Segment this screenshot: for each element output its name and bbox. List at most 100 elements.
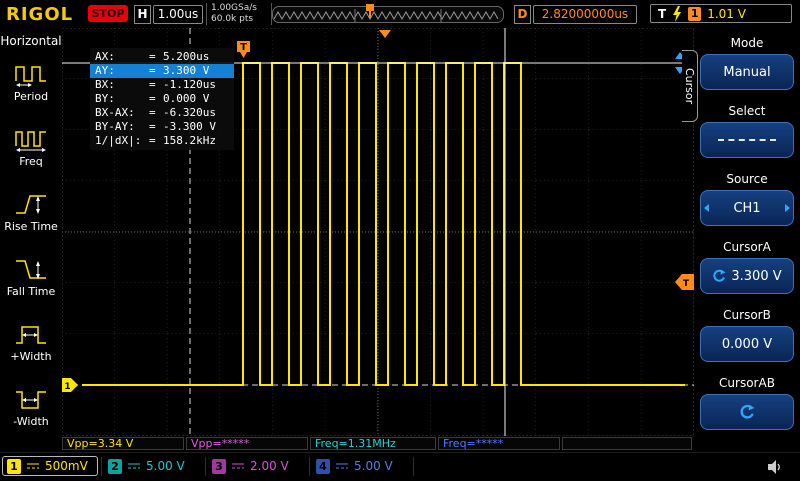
select-button[interactable] [700, 122, 794, 158]
speaker-icon[interactable] [766, 459, 784, 479]
source-right-arrow-icon [785, 204, 790, 212]
channel-4-status[interactable]: 4 5.00 V [312, 456, 408, 476]
channel-2-badge: 2 [108, 458, 122, 474]
menu-item-label: CursorB [723, 308, 771, 322]
cursor-readout: AX: = 5.200us AY: = 3.300 V BX: = -1.120us BY:… [90, 48, 234, 150]
mode-button[interactable]: Manual [700, 54, 794, 90]
channel-4-scale: 5.00 V [354, 459, 393, 473]
channel-1-scale: 500mV [45, 459, 88, 473]
measurement-vpp-ch1: Vpp=3.34 V [62, 437, 184, 450]
measurement-bar: Vpp=3.34 V Vpp=***** Freq=1.31MHz Freq=*… [62, 436, 694, 452]
sidebar-item-freq[interactable]: Freq [0, 115, 62, 180]
waveform-preview-strip[interactable] [272, 4, 504, 23]
dc-coupling-icon [232, 463, 244, 469]
cursor-b-button[interactable]: 0.000 V [700, 326, 794, 362]
dashed-line-icon [718, 139, 776, 141]
scope-display-area: T T 1 AX: = 5.200us AY: = 3.300 V BX: = -1.120… [62, 28, 694, 436]
plus-width-icon [16, 326, 46, 344]
cursor-a-button[interactable]: 3.300 V [700, 258, 794, 294]
readout-row: BX-AX: = -6.320us [95, 106, 216, 119]
readout-row-selected: AY: = 3.300 V [90, 64, 234, 78]
menu-item-label: Source [726, 172, 768, 186]
measurement-freq-ch4: Freq=***** [438, 437, 560, 450]
channel-separator [413, 457, 414, 476]
sidebar-item-label: +Width [10, 350, 52, 363]
left-function-sidebar: Horizontal Period Freq Rise Time Fall Ti… [0, 28, 62, 452]
sample-rate: 1.00GSa/s [211, 3, 257, 13]
channel-3-scale: 2.00 V [250, 459, 289, 473]
sidebar-title: Horizontal [0, 34, 62, 48]
cursor-ab-button[interactable] [700, 394, 794, 430]
menu-tab-cursor[interactable]: Cursor [682, 50, 698, 122]
channel-1-badge: 1 [7, 458, 21, 474]
trigger-status-box[interactable]: T 1 1.01 V [650, 4, 792, 23]
sidebar-item-neg-width[interactable]: -Width [0, 375, 62, 440]
svg-text:1: 1 [64, 382, 70, 392]
menu-item-label: Select [728, 104, 766, 118]
measurement-slot-empty [562, 437, 692, 450]
menu-item-label: CursorA [723, 240, 771, 254]
top-status-bar: RIGOL STOP H 1.00us 1.00GSa/s 60.0k pts … [0, 0, 800, 28]
right-menu-panel: Cursor Mode Manual Select Source CH1 Cur… [682, 28, 800, 452]
dc-coupling-icon [128, 463, 140, 469]
measurement-freq-ch2: Freq=1.31MHz [310, 437, 436, 450]
trigger-t-label: T [658, 6, 667, 21]
sidebar-item-period[interactable]: Period [0, 50, 62, 115]
channel-separator [205, 457, 206, 476]
sidebar-item-label: Fall Time [6, 285, 56, 298]
menu-item-cursor-a: CursorA 3.300 V [700, 240, 794, 294]
memory-depth: 60.0k pts [211, 14, 254, 24]
trigger-level-readout: 1.01 V [707, 6, 746, 21]
channel-2-scale: 5.00 V [146, 459, 185, 473]
menu-item-source: Source CH1 [700, 172, 794, 226]
menu-item-select: Select [700, 104, 794, 158]
delay-label: D [514, 5, 531, 24]
horizontal-label: H [134, 5, 151, 24]
trigger-source-badge: 1 [688, 6, 702, 21]
channel-1-status[interactable]: 1 500mV [2, 456, 98, 476]
menu-item-mode: Mode Manual [700, 36, 794, 90]
acquisition-info: 1.00GSa/s 60.0k pts [206, 3, 272, 25]
readout-row: BX: = -1.120us [95, 78, 216, 91]
period-icon [15, 66, 46, 87]
measurement-vpp-ch3: Vpp=***** [186, 437, 308, 450]
source-left-arrow-icon [704, 204, 709, 212]
rigol-logo: RIGOL [6, 4, 74, 25]
menu-item-cursor-b: CursorB 0.000 V [700, 308, 794, 362]
sidebar-item-label: Rise Time [4, 220, 58, 233]
readout-row: BY: = 0.000 V [95, 92, 210, 105]
rotate-knob-icon [713, 269, 726, 282]
dc-coupling-icon [336, 463, 348, 469]
readout-row: 1/|dX|: = 158.2kHz [95, 134, 216, 147]
channel-separator [309, 457, 310, 476]
freq-icon [15, 131, 46, 152]
sidebar-item-pos-width[interactable]: +Width [0, 310, 62, 375]
dc-coupling-icon [27, 463, 39, 469]
run-state-badge[interactable]: STOP [88, 5, 128, 22]
preview-waveform [273, 9, 499, 22]
channel-3-status[interactable]: 3 2.00 V [208, 456, 304, 476]
minus-width-icon [16, 391, 46, 409]
rotate-knob-icon [740, 404, 755, 419]
sidebar-item-fall-time[interactable]: Fall Time [0, 245, 62, 310]
delay-readout[interactable]: 2.82000000us [533, 5, 637, 24]
svg-text:T: T [240, 42, 247, 53]
sidebar-item-label: -Width [13, 415, 49, 428]
channel-2-status[interactable]: 2 5.00 V [104, 456, 200, 476]
timebase-readout[interactable]: 1.00us [153, 5, 203, 24]
channel-separator [101, 457, 102, 476]
menu-item-cursor-ab: CursorAB [700, 376, 794, 430]
source-button[interactable]: CH1 [700, 190, 794, 226]
sidebar-item-label: Freq [19, 155, 43, 168]
sidebar-item-rise-time[interactable]: Rise Time [0, 180, 62, 245]
menu-item-label: Mode [730, 36, 764, 50]
preview-trigger-marker[interactable] [365, 4, 375, 23]
fall-time-icon [16, 260, 46, 279]
sidebar-item-label: Period [13, 90, 49, 103]
rise-time-icon [16, 195, 46, 214]
readout-row: BY-AY: = -3.300 V [95, 120, 216, 133]
channel-status-bar: 1 500mV 2 5.00 V 3 2.00 V 4 5.00 V [0, 452, 800, 481]
menu-item-label: CursorAB [719, 376, 775, 390]
channel-3-badge: 3 [212, 458, 226, 474]
channel-4-badge: 4 [316, 458, 330, 474]
